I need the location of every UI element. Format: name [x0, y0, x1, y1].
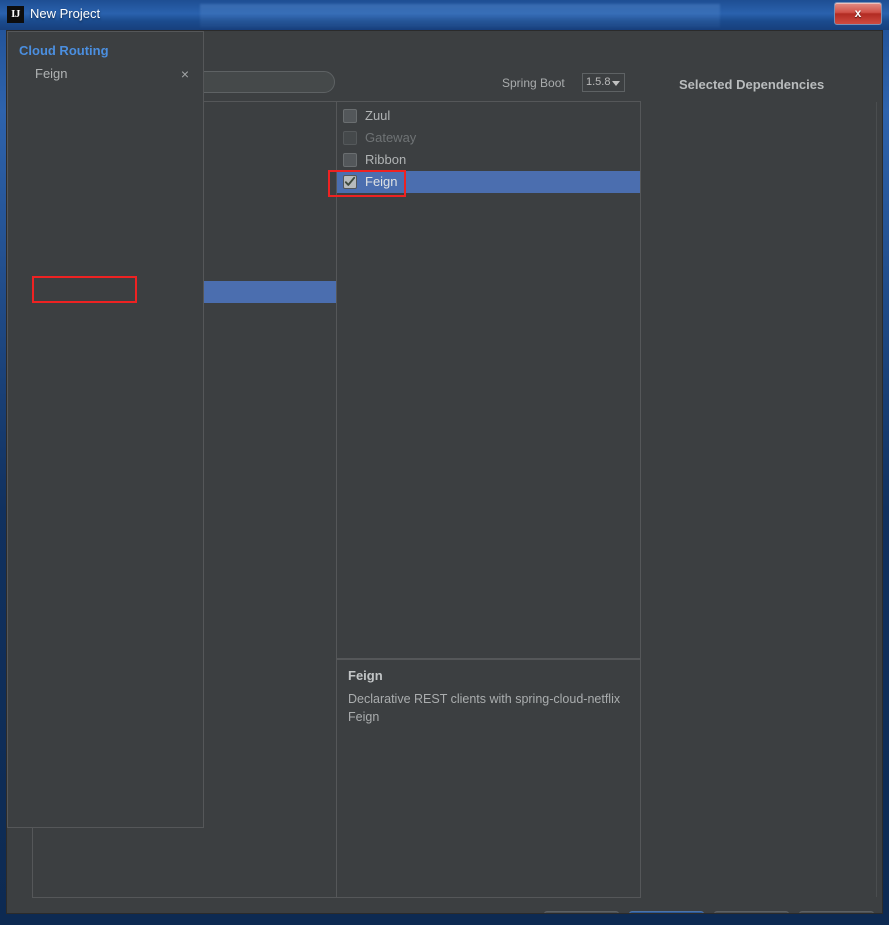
checkbox-icon[interactable] — [343, 109, 357, 123]
selected-dependencies-box: Cloud Routing Feign × — [7, 31, 204, 828]
help-button[interactable]: Help — [799, 911, 874, 913]
application-window: IJ New Project x Dependencies Spring Boo… — [0, 0, 889, 925]
spring-boot-label: Spring Boot — [502, 76, 565, 90]
dependency-item-label: Ribbon — [365, 152, 407, 167]
selected-dependencies-title: Selected Dependencies — [679, 77, 825, 92]
checkbox-checked-icon[interactable] — [343, 175, 357, 189]
selected-dependency-group[interactable]: Cloud Routing — [8, 40, 203, 62]
dependency-items-list: Zuul Gateway Ribbon Feign — [337, 105, 640, 193]
previous-button[interactable]: Previous — [544, 911, 619, 913]
spring-boot-version-select[interactable]: 1.5.8 — [582, 73, 625, 92]
dependency-item-row[interactable]: Feign — [337, 171, 640, 193]
dependency-item-label: Gateway — [365, 130, 417, 145]
description-text: Declarative REST clients with spring-clo… — [348, 692, 621, 724]
selected-dependency-item[interactable]: Feign × — [8, 62, 203, 86]
remove-dependency-icon[interactable]: × — [181, 62, 189, 86]
dependency-item-label: Feign — [365, 174, 398, 189]
dependency-item-row[interactable]: Zuul — [337, 105, 640, 127]
window-title: New Project — [30, 6, 101, 21]
checkbox-icon[interactable] — [343, 153, 357, 167]
dialog-scrollbar[interactable] — [876, 102, 882, 897]
intellij-idea-icon: IJ — [7, 6, 24, 23]
dependency-item-row: Gateway — [337, 127, 640, 149]
title-bar: IJ New Project x — [0, 0, 889, 30]
dependency-item-label: Zuul — [365, 108, 391, 123]
chevron-down-icon — [612, 81, 620, 86]
dependency-item-row[interactable]: Ribbon — [337, 149, 640, 171]
selected-dependencies-panel: Cloud Routing Feign × — [7, 31, 204, 828]
checkbox-icon — [343, 131, 357, 145]
close-window-button[interactable]: x — [834, 2, 882, 25]
cancel-button[interactable]: Cancel — [714, 911, 789, 913]
description-title: Feign — [348, 668, 383, 683]
next-button[interactable]: Next — [629, 911, 704, 913]
selected-dependency-label: Feign — [35, 66, 68, 81]
dependency-items-panel: Zuul Gateway Ribbon Feign — [336, 101, 641, 659]
spring-boot-version-value: 1.5.8 — [586, 76, 611, 88]
description-panel: Feign Declarative REST clients with spri… — [336, 659, 641, 898]
new-project-dialog: Dependencies Spring Boot 1.5.8 Selected … — [6, 30, 883, 914]
